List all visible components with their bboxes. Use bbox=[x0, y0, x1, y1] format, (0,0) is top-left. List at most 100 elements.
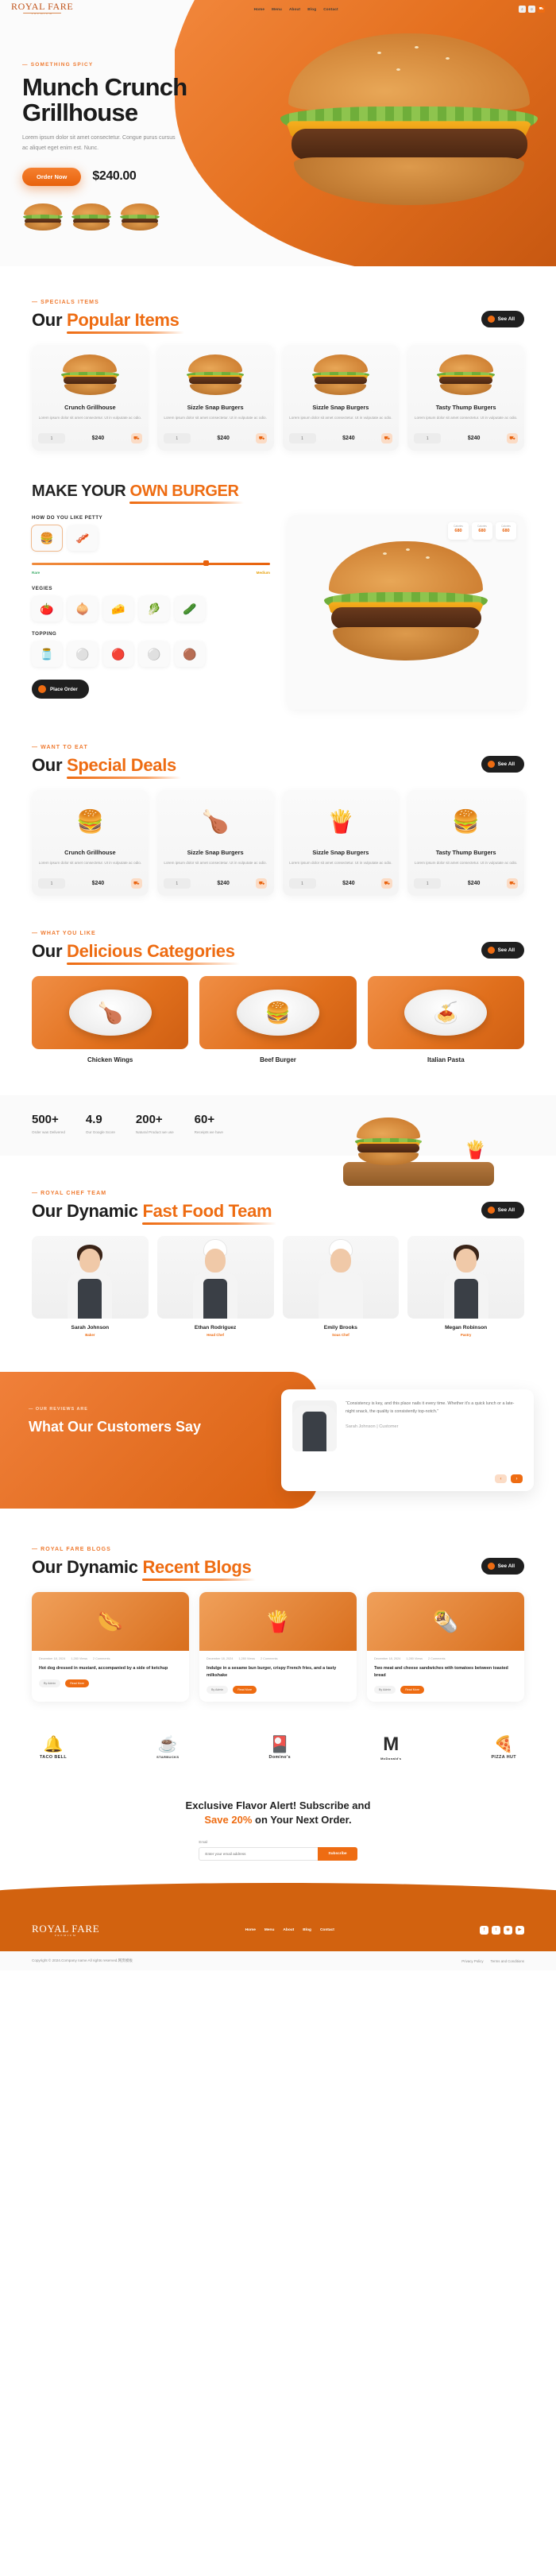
add-to-cart-icon[interactable]: ⛟ bbox=[506, 433, 518, 444]
category-name: Chicken Wings bbox=[87, 1056, 133, 1063]
blog-author-chip: By Admin bbox=[374, 1686, 396, 1695]
youtube-icon[interactable]: ▶ bbox=[515, 1925, 524, 1935]
blog-readmore-chip[interactable]: Read More bbox=[65, 1679, 89, 1687]
blog-comments: 2 Comments bbox=[427, 1657, 446, 1661]
popular-see-all-button[interactable]: See All bbox=[481, 311, 524, 327]
food-description: Lorem ipsum dolor sit amet consectetur. … bbox=[164, 861, 267, 865]
builder-options: HOW DO YOU LIKE PETTY 🍔 🥓 Rare Medium VE… bbox=[32, 515, 270, 710]
option-garlic-sauce[interactable]: ⚪ bbox=[139, 641, 169, 667]
doneness-slider[interactable] bbox=[32, 560, 270, 568]
site-header: ROYAL FARE PREMIUM Home Menu About Blog … bbox=[0, 0, 556, 17]
quantity-stepper[interactable]: 1 bbox=[288, 433, 316, 444]
food-card[interactable]: Tasty Thump Burgers Lorem ipsum dolor si… bbox=[407, 345, 524, 451]
blog-card[interactable]: 🍟 December 18, 2024 1,280 Views 2 Commen… bbox=[199, 1592, 357, 1702]
add-to-cart-icon[interactable]: ⛟ bbox=[381, 878, 393, 889]
option-tomato[interactable]: 🍅 bbox=[32, 596, 62, 622]
blog-readmore-chip[interactable]: Read More bbox=[400, 1686, 424, 1695]
option-ketchup-sauce[interactable]: 🔴 bbox=[103, 641, 133, 667]
quantity-stepper[interactable]: 1 bbox=[288, 878, 316, 889]
option-bacon-strip[interactable]: 🥓 bbox=[68, 525, 98, 551]
quantity-stepper[interactable]: 1 bbox=[38, 433, 65, 444]
blog-body: December 18, 2024 1,280 Views 2 Comments… bbox=[32, 1651, 189, 1695]
option-pickle[interactable]: 🥒 bbox=[175, 596, 205, 622]
quantity-stepper[interactable]: 1 bbox=[163, 433, 191, 444]
option-cheese-slice[interactable]: 🧀 bbox=[103, 596, 133, 622]
food-card[interactable]: Sizzle Snap Burgers Lorem ipsum dolor si… bbox=[156, 345, 274, 451]
facebook-icon[interactable]: f bbox=[480, 1925, 488, 1935]
add-to-cart-icon[interactable]: ⛟ bbox=[506, 878, 518, 889]
team-member-card[interactable]: Ethan Rodriguez Head Chef bbox=[156, 1236, 274, 1337]
nav-item-menu[interactable]: Menu bbox=[272, 7, 282, 11]
blog-card[interactable]: 🌯 December 18, 2024 1,280 Views 2 Commen… bbox=[367, 1592, 524, 1702]
blog-readmore-chip[interactable]: Read More bbox=[233, 1686, 257, 1695]
hero-thumb-2[interactable] bbox=[71, 203, 112, 232]
builder-body: HOW DO YOU LIKE PETTY 🍔 🥓 Rare Medium VE… bbox=[32, 515, 524, 710]
quantity-stepper[interactable]: 1 bbox=[414, 433, 442, 444]
deals-see-all-button[interactable]: See All bbox=[481, 756, 524, 773]
hero-thumb-3[interactable] bbox=[119, 203, 160, 232]
twitter-icon[interactable]: t bbox=[492, 1925, 500, 1935]
add-to-cart-icon[interactable]: ⛟ bbox=[130, 433, 142, 444]
food-card[interactable]: Crunch Grillhouse Lorem ipsum dolor sit … bbox=[32, 345, 149, 451]
option-lettuce[interactable]: 🥬 bbox=[139, 596, 169, 622]
footer-nav-about[interactable]: About bbox=[283, 1928, 294, 1932]
place-order-button[interactable]: Place Order bbox=[32, 680, 89, 699]
privacy-policy-link[interactable]: Privacy Policy bbox=[461, 1959, 483, 1963]
slider-label-medium: Medium bbox=[256, 571, 270, 575]
food-card[interactable]: 🍟 Sizzle Snap Burgers Lorem ipsum dolor … bbox=[282, 790, 400, 896]
site-logo[interactable]: ROYAL FARE PREMIUM bbox=[11, 2, 73, 15]
team-member-name: Sarah Johnson bbox=[71, 1325, 110, 1331]
footer-nav-contact[interactable]: Contact bbox=[320, 1928, 334, 1932]
subscribe-button[interactable]: Subscribe bbox=[318, 1847, 357, 1861]
email-input[interactable] bbox=[199, 1847, 319, 1861]
category-card[interactable]: 🍔 Beef Burger bbox=[199, 976, 357, 1063]
categories-see-all-button[interactable]: See All bbox=[481, 942, 524, 959]
site-footer: ROYAL FARE PREMIUM Home Menu About Blog … bbox=[0, 1919, 556, 1952]
add-to-cart-icon[interactable]: ⛟ bbox=[381, 433, 393, 444]
next-arrow-icon[interactable]: › bbox=[511, 1474, 523, 1484]
food-card[interactable]: 🍔 Crunch Grillhouse Lorem ipsum dolor si… bbox=[32, 790, 149, 896]
footer-nav-home[interactable]: Home bbox=[245, 1928, 256, 1932]
category-card[interactable]: 🍗 Chicken Wings bbox=[32, 976, 189, 1063]
nav-item-home[interactable]: Home bbox=[254, 7, 265, 11]
blog-views: 1,280 Views bbox=[406, 1657, 423, 1661]
quantity-stepper[interactable]: 1 bbox=[38, 878, 65, 889]
team-see-all-button[interactable]: See All bbox=[481, 1202, 524, 1219]
nav-item-contact[interactable]: Contact bbox=[323, 7, 338, 11]
nutrition-box: Calories 680 bbox=[496, 522, 516, 540]
blogs-see-all-button[interactable]: See All bbox=[481, 1558, 524, 1575]
food-card[interactable]: 🍗 Sizzle Snap Burgers Lorem ipsum dolor … bbox=[156, 790, 274, 896]
team-member-card[interactable]: Megan Robinson Pastry bbox=[407, 1236, 524, 1337]
terms-link[interactable]: Terms and Conditions bbox=[491, 1959, 524, 1963]
category-card[interactable]: 🍝 Italian Pasta bbox=[367, 976, 524, 1063]
footer-nav-blog[interactable]: Blog bbox=[303, 1928, 311, 1932]
quantity-stepper[interactable]: 1 bbox=[414, 878, 442, 889]
instagram-icon[interactable]: ◉ bbox=[504, 1925, 512, 1935]
food-card[interactable]: 🍔 Tasty Thump Burgers Lorem ipsum dolor … bbox=[407, 790, 524, 896]
footer-logo[interactable]: ROYAL FARE PREMIUM bbox=[32, 1923, 99, 1937]
team-member-card[interactable]: Emily Brooks Sous Chef bbox=[282, 1236, 400, 1337]
user-icon[interactable]: ☺ bbox=[528, 5, 535, 13]
option-beef-patty[interactable]: 🍔 bbox=[32, 525, 62, 551]
prev-arrow-icon[interactable]: ‹ bbox=[495, 1474, 507, 1484]
order-now-button[interactable]: Order Now bbox=[22, 167, 82, 186]
quantity-stepper[interactable]: 1 bbox=[163, 878, 191, 889]
option-bbq-sauce[interactable]: 🟤 bbox=[175, 641, 205, 667]
footer-nav-menu[interactable]: Menu bbox=[264, 1928, 275, 1932]
category-plate: 🍝 bbox=[404, 990, 488, 1036]
nav-item-about[interactable]: About bbox=[289, 7, 300, 11]
cart-icon[interactable]: ⛟ bbox=[538, 5, 545, 13]
food-card[interactable]: Sizzle Snap Burgers Lorem ipsum dolor si… bbox=[282, 345, 400, 451]
search-icon[interactable]: ⌕ bbox=[519, 5, 526, 13]
option-mustard-sauce[interactable]: 🫙 bbox=[32, 641, 62, 667]
add-to-cart-icon[interactable]: ⛟ bbox=[256, 433, 268, 444]
team-member-card[interactable]: Sarah Johnson Baker bbox=[32, 1236, 149, 1337]
hero-thumb-1[interactable] bbox=[22, 203, 64, 232]
add-to-cart-icon[interactable]: ⛟ bbox=[256, 878, 268, 889]
option-onion[interactable]: 🧅 bbox=[68, 596, 98, 622]
add-to-cart-icon[interactable]: ⛟ bbox=[130, 878, 142, 889]
nav-item-blog[interactable]: Blog bbox=[307, 7, 316, 11]
blog-card[interactable]: 🌭 December 18, 2024 1,280 Views 2 Commen… bbox=[32, 1592, 189, 1702]
slider-knob[interactable] bbox=[203, 560, 209, 566]
option-mayo-sauce[interactable]: ⚪ bbox=[68, 641, 98, 667]
